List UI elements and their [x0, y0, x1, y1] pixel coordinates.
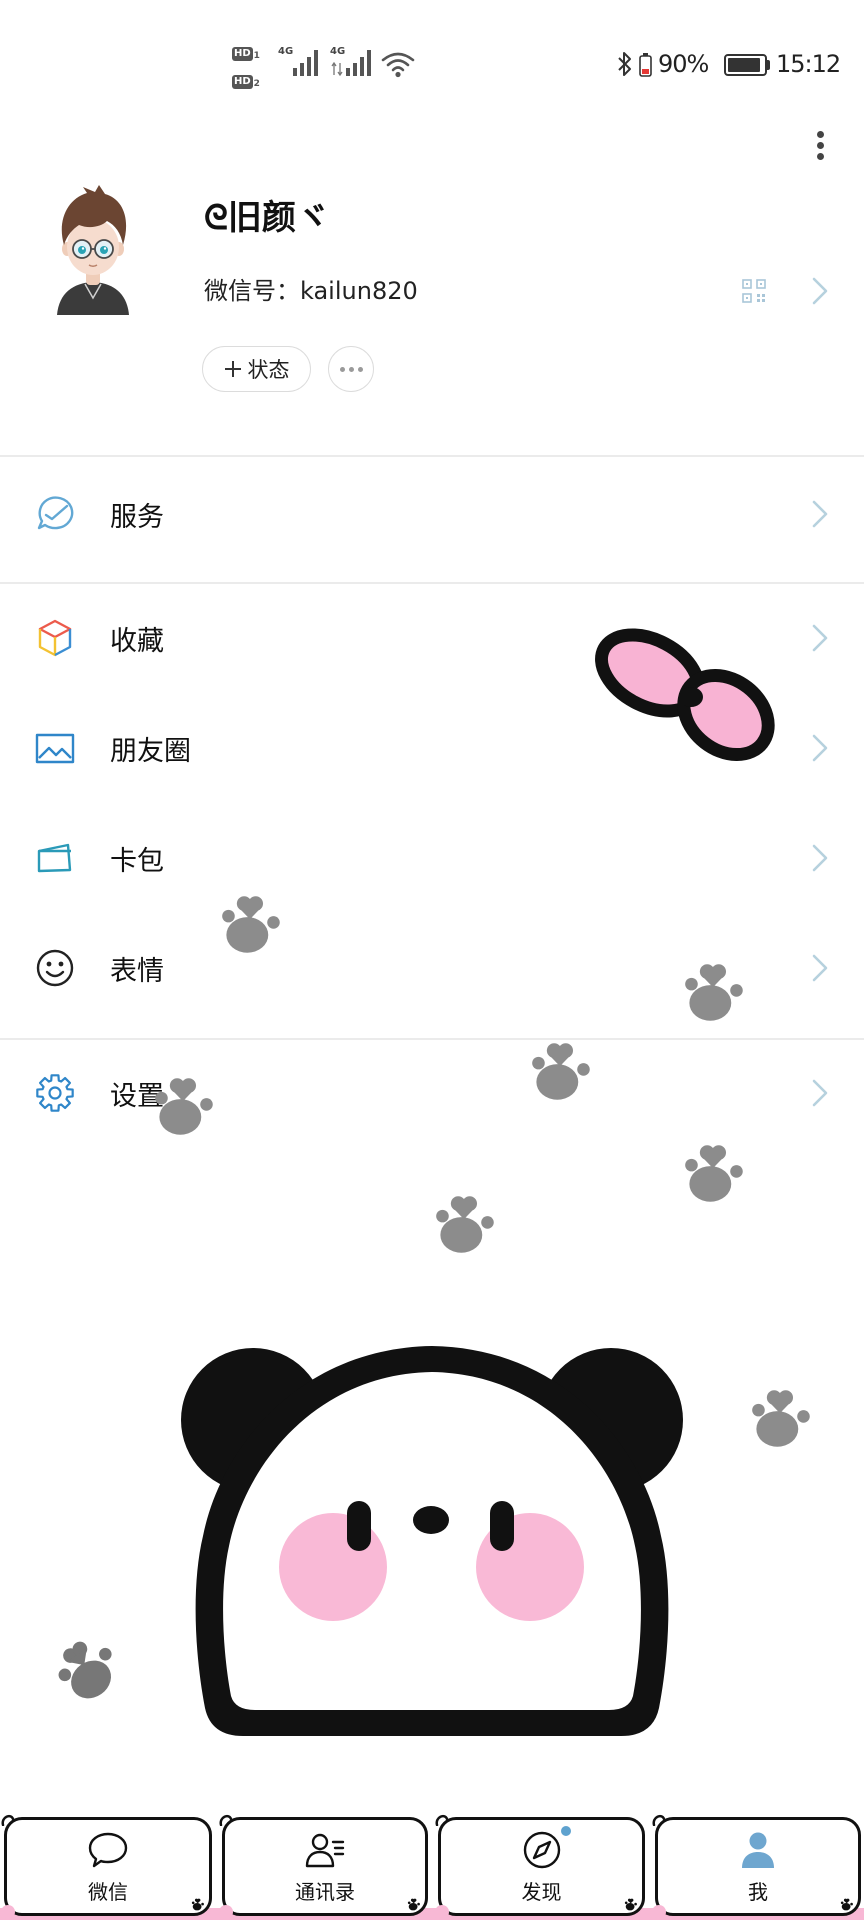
paw-print-decoration	[840, 1898, 854, 1911]
menu-item-settings[interactable]: 设置	[0, 1040, 864, 1146]
menu-item-label: 表情	[110, 955, 164, 987]
tab-label: 我	[748, 1880, 768, 1904]
profile-card[interactable]: ᘓ旧颜ヾ 微信号：kailun820 状态	[0, 150, 864, 450]
hd-label: HD	[232, 75, 253, 89]
battery-level-fill	[728, 58, 760, 72]
network-type-label: 4G	[330, 46, 346, 57]
paw-print-decoration	[624, 1898, 638, 1911]
bluetooth-icon	[618, 52, 631, 76]
chevron-right-icon	[812, 844, 828, 872]
chevron-right-icon	[812, 734, 828, 762]
settings-gear-icon	[36, 1074, 74, 1112]
menu-item-stickers[interactable]: 表情	[0, 913, 864, 1023]
pink-dot-decoration	[435, 1905, 449, 1919]
hd-label: HD	[232, 47, 253, 61]
qr-code-icon[interactable]	[742, 279, 766, 303]
tab-label: 发现	[521, 1880, 562, 1904]
sticker-smile-icon	[36, 949, 74, 987]
chevron-right-icon	[812, 1079, 828, 1107]
battery-nub	[767, 60, 770, 70]
sim2-hd-badge: HD 2	[232, 69, 260, 89]
favorites-cube-icon	[38, 619, 72, 657]
battery-percent: 90%	[658, 50, 709, 78]
wifi-icon	[381, 52, 415, 78]
more-vertical-icon-dot	[817, 142, 824, 149]
curl-decoration	[1, 1814, 15, 1826]
paw-print-decoration	[44, 1624, 134, 1712]
chevron-right-icon	[812, 277, 828, 305]
signal-icon	[346, 50, 371, 76]
tab-me[interactable]: 我	[652, 1814, 861, 1919]
menu-item-label: 卡包	[110, 845, 164, 877]
signal-icon	[293, 50, 318, 76]
wechat-id: 微信号：kailun820	[204, 277, 418, 305]
more-horizontal-icon-dot	[357, 366, 363, 372]
curl-decoration	[652, 1814, 666, 1826]
pink-dot-decoration	[652, 1905, 666, 1919]
add-status-button[interactable]: 状态	[202, 346, 311, 392]
tab-discover[interactable]: 发现	[435, 1814, 645, 1919]
menu-item-label: 设置	[110, 1080, 164, 1112]
paw-print-decoration	[681, 1143, 748, 1204]
battery-icon	[724, 54, 767, 76]
profile-name: ᘓ旧颜ヾ	[204, 198, 330, 238]
paw-print-decoration	[432, 1194, 499, 1255]
battery-low-icon	[639, 53, 652, 77]
card-wallet-icon	[37, 843, 72, 873]
wechat-id-value: kailun820	[300, 277, 418, 305]
paw-print-decoration	[407, 1898, 421, 1911]
menu-item-label: 朋友圈	[110, 735, 191, 767]
pink-dot-decoration	[1, 1905, 15, 1919]
curl-decoration	[435, 1814, 449, 1826]
status-more-button[interactable]	[328, 346, 374, 392]
menu-item-label: 收藏	[110, 625, 164, 657]
moments-image-icon	[35, 733, 75, 764]
sim-index: 2	[253, 79, 260, 89]
tab-label: 通讯录	[295, 1880, 355, 1904]
more-horizontal-icon	[339, 366, 345, 372]
sim1-hd-badge: HD 1	[232, 41, 260, 61]
menu-item-favorites[interactable]: 收藏	[0, 583, 864, 693]
pink-dot-decoration	[219, 1905, 233, 1919]
chevron-right-icon	[812, 954, 828, 982]
sim-index: 1	[253, 51, 260, 61]
me-person-icon	[742, 1832, 774, 1868]
avatar[interactable]	[49, 185, 137, 315]
panda-face-decoration	[181, 1346, 683, 1736]
clock-time: 15:12	[776, 50, 841, 78]
paw-print-decoration	[748, 1388, 815, 1449]
service-icon	[37, 496, 74, 530]
menu-item-service[interactable]: 服务	[0, 457, 864, 571]
chevron-right-icon	[812, 500, 828, 528]
discover-compass-icon	[523, 1831, 560, 1869]
paw-print-decoration	[191, 1898, 205, 1911]
menu-item-moments[interactable]: 朋友圈	[0, 693, 864, 803]
chevron-right-icon	[812, 624, 828, 652]
network-type-label: 4G	[278, 46, 294, 57]
menu-item-label: 服务	[110, 501, 164, 533]
tab-contacts[interactable]: 通讯录	[219, 1814, 428, 1919]
plus-icon	[224, 361, 241, 377]
contacts-icon	[305, 1833, 345, 1868]
tab-label: 微信	[88, 1880, 128, 1904]
discover-badge-dot	[559, 1824, 573, 1838]
data-activity-arrows-icon	[331, 62, 343, 76]
chat-bubble-icon	[88, 1832, 128, 1868]
wechat-id-label: 微信号：	[204, 277, 300, 305]
status-bar: HD 1 HD 2 4G 4G 90% 15:12	[0, 0, 864, 100]
menu-item-cards[interactable]: 卡包	[0, 803, 864, 913]
more-horizontal-icon-dot	[348, 366, 354, 372]
curl-decoration	[219, 1814, 233, 1826]
tab-chats[interactable]: 微信	[1, 1814, 212, 1919]
more-vertical-icon	[817, 131, 824, 138]
add-status-label: 状态	[247, 358, 290, 382]
